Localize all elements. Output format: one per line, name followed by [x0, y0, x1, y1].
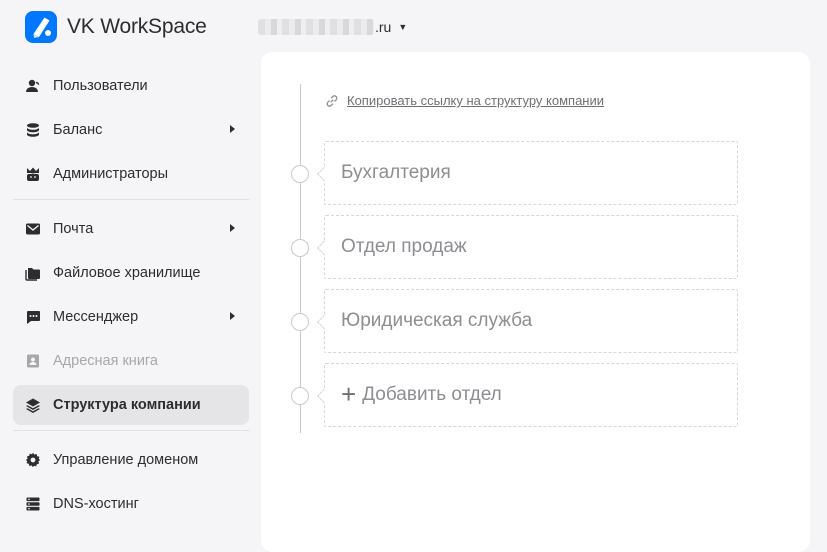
gear-icon	[25, 452, 41, 468]
company-structure-panel: Копировать ссылку на структуру компании …	[261, 52, 810, 552]
sidebar-item-admins[interactable]: Администраторы	[13, 154, 249, 194]
chevron-down-icon: ▼	[398, 22, 408, 32]
chat-icon	[25, 309, 41, 325]
app-logo[interactable]: VK WorkSpace	[25, 11, 207, 43]
sidebar-item-label: Баланс	[53, 122, 103, 138]
chevron-right-icon	[230, 312, 235, 320]
sidebar-item-label: Пользователи	[53, 78, 148, 94]
user-icon	[25, 78, 41, 94]
folder-icon	[25, 265, 41, 281]
add-department-label: Добавить отдел	[362, 384, 502, 405]
address-book-icon	[25, 353, 41, 369]
copy-structure-link-label: Копировать ссылку на структуру компании	[347, 93, 604, 108]
domain-selector[interactable]: .ru ▼	[258, 17, 407, 37]
timeline-node	[291, 313, 309, 331]
sidebar-item-messenger[interactable]: Мессенджер	[13, 297, 249, 337]
timeline-node	[291, 239, 309, 257]
sidebar-nav: Пользователи Баланс Администраторы Почта…	[13, 66, 249, 528]
sidebar-item-label: Администраторы	[53, 166, 169, 182]
sidebar-item-label: Файловое хранилище	[53, 265, 201, 281]
domain-name-blurred	[258, 19, 374, 35]
department-card[interactable]: Бухгалтерия	[324, 141, 738, 205]
database-icon	[25, 122, 41, 138]
department-name: Отдел продаж	[341, 236, 467, 257]
sidebar-item-file-storage[interactable]: Файловое хранилище	[13, 253, 249, 293]
structure-timeline-line	[300, 84, 301, 433]
sidebar-item-label: Мессенджер	[53, 309, 139, 325]
sidebar-item-dns-hosting[interactable]: DNS-хостинг	[13, 484, 249, 524]
chevron-right-icon	[230, 125, 235, 133]
sidebar-item-label: Структура компании	[53, 397, 201, 413]
link-icon	[325, 94, 339, 108]
domain-suffix: .ru	[375, 19, 392, 35]
sidebar-item-address-book[interactable]: Адресная книга	[13, 341, 249, 381]
sidebar-item-mail[interactable]: Почта	[13, 209, 249, 249]
layers-icon	[25, 397, 41, 413]
chevron-right-icon	[230, 224, 235, 232]
plus-icon: +	[341, 378, 357, 409]
timeline-node	[291, 165, 309, 183]
sidebar-item-company-structure[interactable]: Структура компании	[13, 385, 249, 425]
sidebar-item-domain-management[interactable]: Управление доменом	[13, 440, 249, 480]
add-department-button[interactable]: + Добавить отдел	[324, 363, 738, 427]
mail-icon	[25, 221, 41, 237]
sidebar-item-label: Управление доменом	[53, 452, 199, 468]
timeline-node	[291, 387, 309, 405]
sidebar-item-label: Почта	[53, 221, 94, 237]
admin-crown-icon	[25, 166, 41, 182]
sidebar-item-label: Адресная книга	[53, 353, 158, 369]
sidebar-item-users[interactable]: Пользователи	[13, 66, 249, 106]
copy-structure-link[interactable]: Копировать ссылку на структуру компании	[325, 93, 604, 108]
sidebar-divider	[13, 199, 249, 200]
app-name: VK WorkSpace	[67, 15, 207, 38]
sidebar-item-balance[interactable]: Баланс	[13, 110, 249, 150]
department-card[interactable]: Отдел продаж	[324, 215, 738, 279]
server-icon	[25, 496, 41, 512]
sidebar-item-label: DNS-хостинг	[53, 496, 139, 512]
vk-workspace-logo-icon	[25, 11, 57, 43]
department-card[interactable]: Юридическая служба	[324, 289, 738, 353]
sidebar-divider	[13, 430, 249, 431]
department-name: Бухгалтерия	[341, 162, 451, 183]
department-name: Юридическая служба	[341, 310, 533, 331]
